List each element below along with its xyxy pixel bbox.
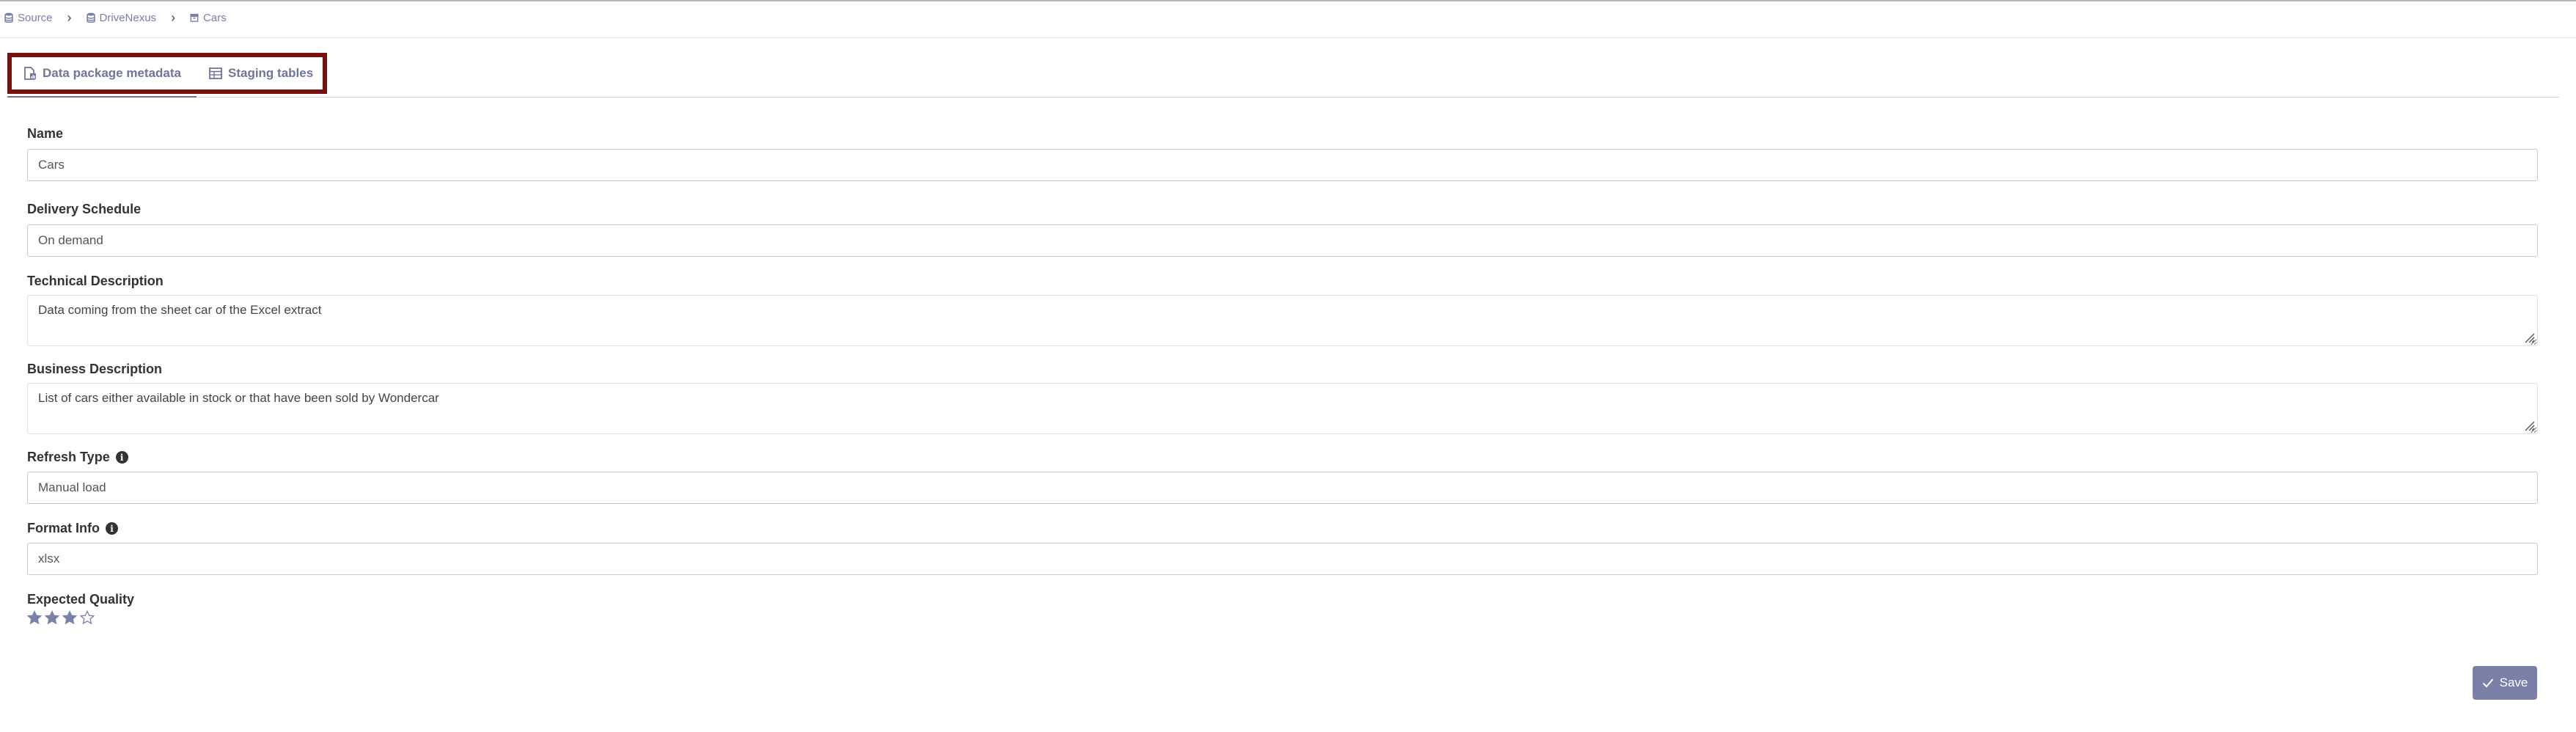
- star-filled-icon[interactable]: [62, 610, 77, 625]
- format-info-input[interactable]: [27, 543, 2538, 575]
- tab-label: Staging tables: [227, 66, 314, 80]
- file-chart-icon: [24, 67, 36, 80]
- table-icon: [209, 67, 222, 79]
- delivery-schedule-input[interactable]: [27, 224, 2538, 257]
- info-icon[interactable]: i: [106, 522, 118, 535]
- tab-label: Data package metadata: [43, 66, 181, 80]
- name-label: Name: [27, 126, 64, 141]
- breadcrumb: Source › DriveNexus › Cars: [4, 9, 227, 26]
- delivery-schedule-label: Delivery Schedule: [27, 202, 142, 216]
- active-tab-indicator: [7, 96, 197, 98]
- expected-quality-label: Expected Quality: [27, 592, 135, 607]
- page: Source › DriveNexus › Cars Data package …: [0, 0, 2576, 732]
- technical-description-label: Technical Description: [27, 274, 164, 288]
- breadcrumb-separator: ›: [171, 10, 176, 25]
- business-description-textarea[interactable]: List of cars either available in stock o…: [27, 383, 2538, 434]
- save-button-label: Save: [2499, 676, 2528, 689]
- refresh-type-label-row: Refresh Type i: [27, 450, 128, 465]
- tab-staging-tables[interactable]: Staging tables: [209, 57, 313, 89]
- refresh-type-input[interactable]: [27, 472, 2538, 504]
- save-button[interactable]: Save: [2473, 666, 2537, 700]
- breadcrumb-item-cars[interactable]: Cars: [190, 12, 227, 24]
- refresh-type-label: Refresh Type: [27, 450, 110, 464]
- format-info-label: Format Info: [27, 521, 100, 535]
- tabs-divider: [7, 97, 2559, 98]
- expected-quality-rating[interactable]: [27, 610, 95, 625]
- breadcrumb-separator: ›: [67, 10, 72, 25]
- name-input[interactable]: [27, 149, 2538, 181]
- resize-grip-icon[interactable]: [2523, 332, 2535, 343]
- breadcrumb-label: Source: [18, 11, 53, 24]
- business-description-label: Business Description: [27, 362, 163, 376]
- breadcrumb-label: Cars: [203, 11, 227, 24]
- tabs-highlight-box: Data package metadata Staging tables: [7, 53, 327, 94]
- star-filled-icon[interactable]: [45, 610, 59, 625]
- resize-grip-icon[interactable]: [2523, 420, 2535, 431]
- database-icon: [4, 12, 13, 23]
- format-info-label-row: Format Info i: [27, 521, 118, 536]
- database-icon: [86, 12, 95, 23]
- archive-icon: [190, 13, 199, 22]
- breadcrumb-label: DriveNexus: [99, 11, 157, 24]
- breadcrumb-item-source[interactable]: Source: [4, 12, 53, 24]
- check-icon: [2482, 678, 2493, 688]
- star-filled-icon[interactable]: [27, 610, 42, 625]
- header-divider: [0, 37, 2576, 38]
- info-icon[interactable]: i: [115, 451, 128, 464]
- tab-data-package-metadata[interactable]: Data package metadata: [23, 57, 181, 89]
- breadcrumb-item-drivenexus[interactable]: DriveNexus: [86, 11, 157, 24]
- technical-description-textarea[interactable]: Data coming from the sheet car of the Ex…: [27, 295, 2538, 346]
- star-empty-icon[interactable]: [80, 610, 95, 625]
